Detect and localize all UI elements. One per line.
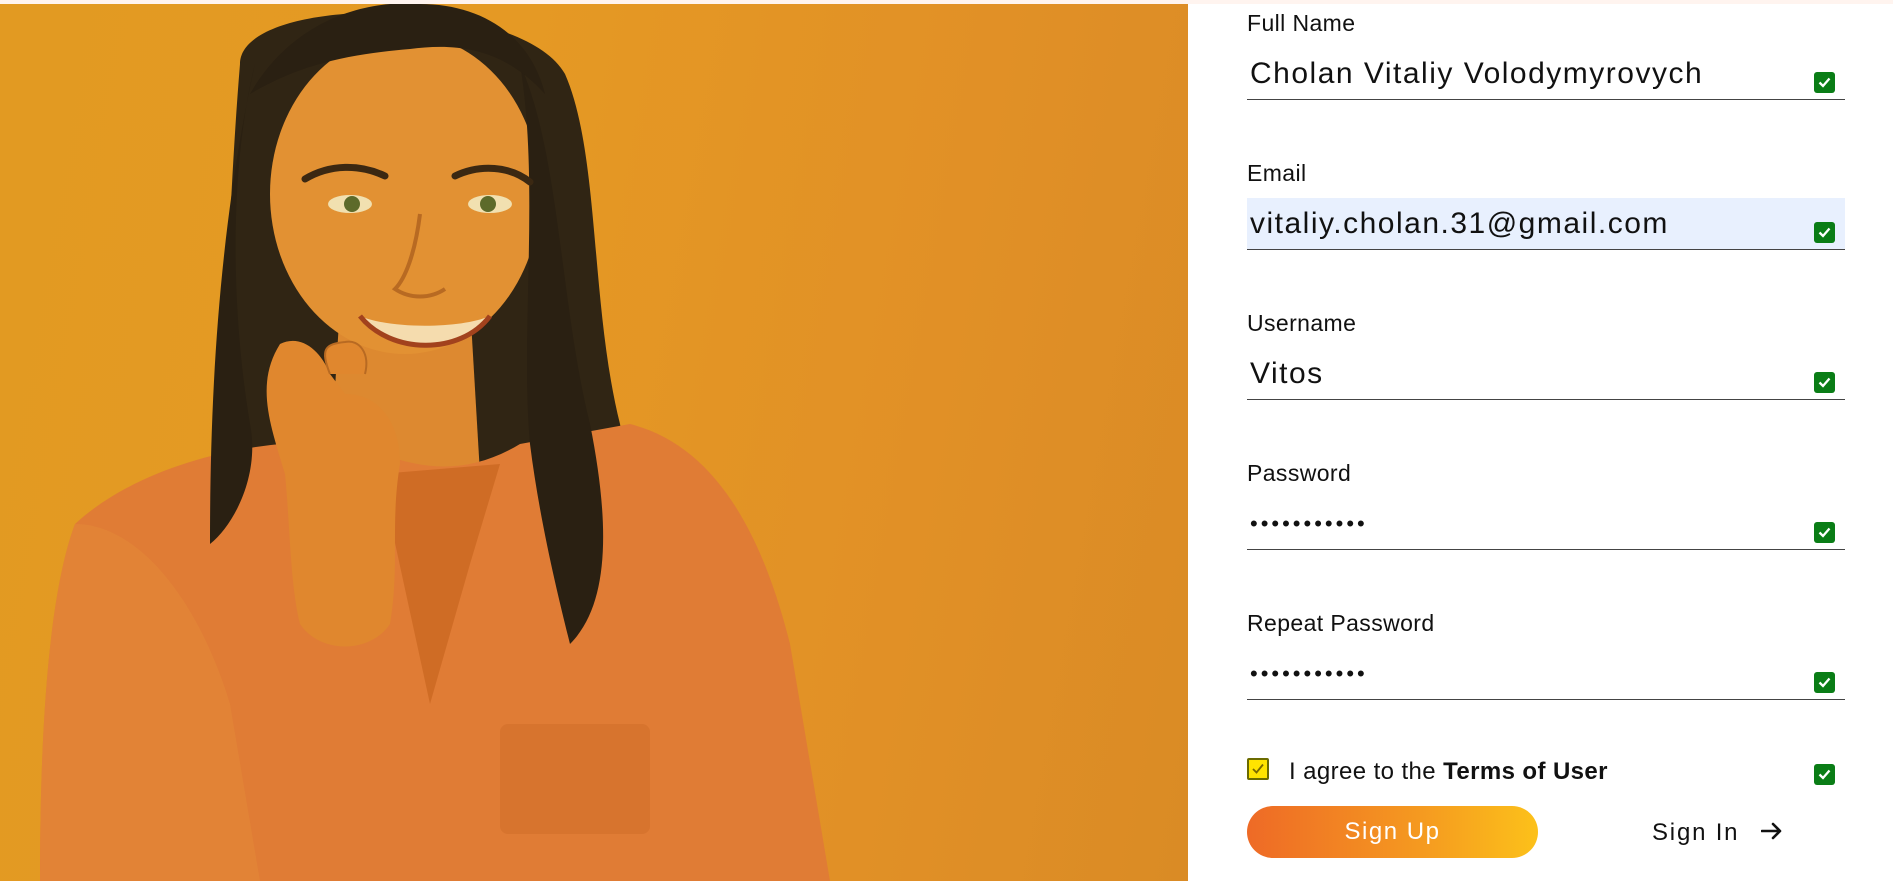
full-name-label: Full Name (1247, 10, 1356, 36)
sign-in-link[interactable]: Sign In (1652, 816, 1783, 850)
signup-page: Full Name Email Username Password (0, 0, 1893, 881)
check-square-icon (1814, 222, 1835, 243)
shirt-pocket (500, 724, 650, 834)
full-name-field: Full Name (1247, 10, 1845, 110)
full-name-input[interactable] (1247, 48, 1845, 100)
password-input[interactable] (1247, 498, 1845, 550)
check-square-icon (1814, 672, 1835, 693)
checkbox-checked-icon[interactable] (1247, 758, 1269, 780)
signup-form: Full Name Email Username Password (1247, 0, 1845, 881)
username-input[interactable] (1247, 348, 1845, 400)
password-field: Password (1247, 460, 1845, 560)
password-label: Password (1247, 460, 1352, 486)
terms-agreement: I agree to the Terms of User (1247, 756, 1845, 790)
arrow-right-icon (1761, 819, 1783, 847)
check-square-icon (1814, 72, 1835, 93)
sign-up-button[interactable]: Sign Up (1247, 806, 1538, 858)
sign-in-label: Sign In (1652, 819, 1740, 846)
finger (324, 340, 368, 375)
hero-illustration (40, 4, 830, 881)
check-square-icon (1814, 372, 1835, 393)
terms-of-user-link[interactable]: Terms of User (1443, 758, 1608, 785)
email-label: Email (1247, 160, 1307, 186)
username-field: Username (1247, 310, 1845, 410)
username-label: Username (1247, 310, 1357, 336)
agree-prefix: I agree to the (1289, 758, 1444, 785)
repeat-password-input[interactable] (1247, 648, 1845, 700)
hero-photo (0, 4, 1188, 881)
email-field: Email (1247, 160, 1845, 260)
repeat-password-label: Repeat Password (1247, 610, 1435, 636)
email-input[interactable] (1247, 198, 1845, 250)
face (270, 34, 540, 354)
agree-text: I agree to the Terms of User (1289, 758, 1608, 786)
check-square-icon (1814, 522, 1835, 543)
repeat-password-field: Repeat Password (1247, 610, 1845, 710)
check-square-icon (1814, 764, 1835, 785)
